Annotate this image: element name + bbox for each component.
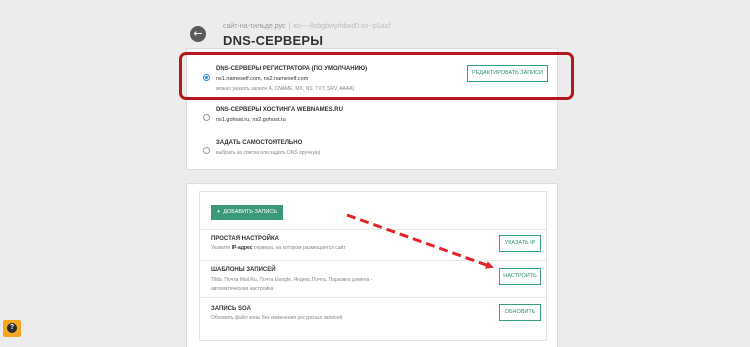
option-servers: ns1.gohost.ru, ns2.gohost.ru — [216, 117, 286, 123]
records-row-templates: ШАБЛОНЫ ЗАПИСЕЙ Tilda, Почта Mail.Ru, По… — [200, 260, 546, 297]
plus-icon: + — [217, 209, 221, 215]
radio-custom[interactable] — [203, 147, 210, 154]
set-ip-button[interactable]: УКАЗАТЬ IP — [499, 235, 541, 252]
row-desc: Обновить файл зоны без изменения ресурсн… — [211, 315, 343, 321]
option-title: DNS-СЕРВЕРЫ ХОСТИНГА WEBNAMES.RU — [216, 107, 343, 113]
records-row-simple: ПРОСТАЯ НАСТРОЙКА Укажите IP-адрес серве… — [200, 229, 546, 260]
row-desc: автоматическая настройка — [211, 286, 274, 292]
row-title: ЗАПИСЬ SOA — [211, 306, 251, 312]
add-record-button[interactable]: + ДОБАВИТЬ ЗАПИСЬ — [211, 205, 283, 220]
arrow-left-icon: ← — [193, 27, 203, 40]
breadcrumb-punycode: xn----8sbgbwyrhbxd0.xn--p1acf — [293, 23, 391, 30]
breadcrumb-separator: | — [288, 23, 291, 30]
dns-option-hosting[interactable]: DNS-СЕРВЕРЫ ХОСТИНГА WEBNAMES.RU ns1.goh… — [201, 105, 546, 127]
highlight-frame — [179, 52, 574, 100]
radio-hosting[interactable] — [203, 114, 210, 121]
update-button[interactable]: ОБНОВИТЬ — [499, 304, 541, 321]
dns-records-card: + ДОБАВИТЬ ЗАПИСЬ ПРОСТАЯ НАСТРОЙКА Укажи… — [186, 183, 558, 347]
breadcrumb-site[interactable]: сайт-на-тильде.рус — [223, 23, 285, 30]
breadcrumb: сайт-на-тильде.рус | xn----8sbgbwyrhbxd0.x… — [223, 23, 390, 30]
option-title: ЗАДАТЬ САМОСТОЯТЕЛЬНО — [216, 140, 303, 146]
records-row-soa: ЗАПИСЬ SOA Обновить файл зоны без измене… — [200, 297, 546, 332]
configure-button[interactable]: НАСТРОИТЬ — [499, 268, 541, 285]
row-desc: Tilda, Почта Mail.Ru, Почта Google, Янде… — [211, 277, 373, 283]
dns-option-custom[interactable]: ЗАДАТЬ САМОСТОЯТЕЛЬНО выбрать из списка … — [201, 138, 546, 160]
add-record-label: ДОБАВИТЬ ЗАПИСЬ — [223, 209, 277, 215]
back-button[interactable]: ← — [190, 26, 206, 42]
question-icon: ? — [7, 323, 17, 333]
records-panel: + ДОБАВИТЬ ЗАПИСЬ ПРОСТАЯ НАСТРОЙКА Укажи… — [199, 191, 547, 341]
row-title: ШАБЛОНЫ ЗАПИСЕЙ — [211, 267, 276, 273]
row-desc: Укажите IP-адрес сервера, на котором раз… — [211, 245, 346, 251]
help-button[interactable]: ? — [3, 320, 21, 337]
page-title: DNS-СЕРВЕРЫ — [223, 33, 324, 48]
row-title: ПРОСТАЯ НАСТРОЙКА — [211, 236, 279, 242]
option-hint: выбрать из списка или задать DNS вручную… — [216, 150, 321, 156]
